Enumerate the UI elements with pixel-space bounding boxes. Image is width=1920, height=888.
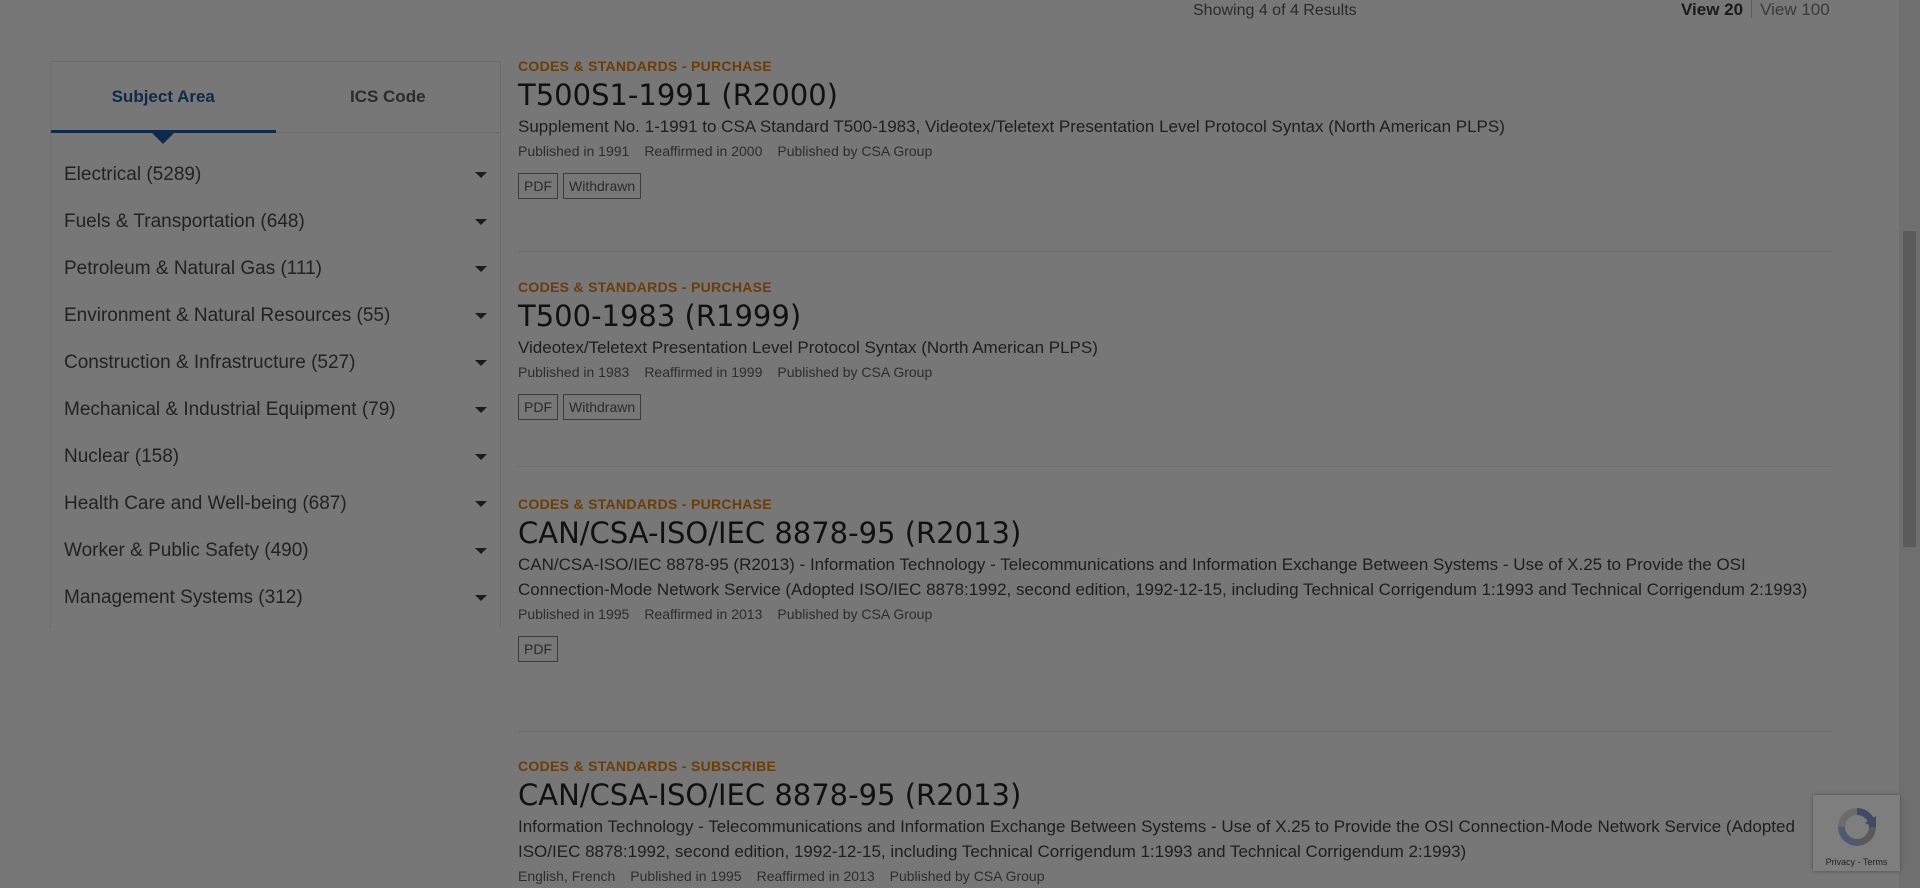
tab-label: Subject Area: [111, 87, 215, 106]
result-title-link[interactable]: CAN/CSA-ISO/IEC 8878-95 (R2013): [518, 515, 1832, 551]
caret-down-icon[interactable]: [475, 594, 487, 601]
facet-mechanical-industrial-equipment[interactable]: Mechanical & Industrial Equipment (79): [51, 386, 500, 433]
result-meta: English, French Published in 1995 Reaffirm…: [518, 868, 1832, 884]
facet-label: Worker & Public Safety (490): [64, 539, 309, 561]
result-title-link[interactable]: T500S1-1991 (R2000): [518, 77, 1832, 113]
result-meta: Published in 1983 Reaffirmed in 1999 Publi…: [518, 364, 1832, 380]
result-title-link[interactable]: CAN/CSA-ISO/IEC 8878-95 (R2013): [518, 777, 1832, 813]
facet-environment-natural-resources[interactable]: Environment & Natural Resources (55): [51, 292, 500, 339]
result-meta: Published in 1991 Reaffirmed in 2000 Publi…: [518, 143, 1832, 159]
filter-sidebar: Subject Area ICS Code Electrical (5289) …: [50, 61, 501, 628]
facet-label: Environment & Natural Resources (55): [64, 304, 391, 326]
facet-petroleum-natural-gas[interactable]: Petroleum & Natural Gas (111): [51, 245, 500, 292]
languages: English, French: [518, 868, 616, 884]
publisher: Published by CSA Group: [777, 143, 933, 159]
tab-ics-code[interactable]: ICS Code: [276, 62, 501, 132]
publisher: Published by CSA Group: [777, 606, 933, 622]
recaptcha-privacy-terms[interactable]: Privacy - Terms: [1813, 857, 1900, 867]
results-count: Showing 4 of 4 Results: [1193, 2, 1357, 19]
result-item: CODES & STANDARDS - PURCHASE CAN/CSA-ISO…: [518, 467, 1832, 732]
caret-down-icon[interactable]: [475, 265, 487, 272]
facet-label: Mechanical & Industrial Equipment (79): [64, 398, 396, 420]
facet-label: Nuclear (158): [64, 445, 180, 467]
published-year: Published in 1983: [518, 364, 630, 380]
facet-label: Electrical (5289): [64, 163, 202, 185]
status-badge: Withdrawn: [563, 173, 642, 199]
facet-worker-public-safety[interactable]: Worker & Public Safety (490): [51, 527, 500, 574]
filter-tabs: Subject Area ICS Code: [51, 62, 501, 144]
results-toolbar: Showing 4 of 4 Results View 20 View 100: [0, 0, 1899, 24]
facet-fuels-transportation[interactable]: Fuels & Transportation (648): [51, 198, 500, 245]
facet-nuclear[interactable]: Nuclear (158): [51, 433, 500, 480]
published-year: Published in 1991: [518, 143, 630, 159]
result-item: CODES & STANDARDS - PURCHASE T500S1-1991…: [518, 58, 1832, 252]
page-size-options: View 20 View 100: [1681, 0, 1830, 20]
published-year: Published in 1995: [518, 606, 630, 622]
subject-area-list: Electrical (5289) Fuels & Transportation…: [51, 133, 500, 621]
format-badge: PDF: [518, 636, 558, 662]
result-category: CODES & STANDARDS - SUBSCRIBE: [518, 758, 777, 774]
format-badge: PDF: [518, 173, 558, 199]
facet-label: Construction & Infrastructure (527): [64, 351, 356, 373]
caret-down-icon[interactable]: [475, 406, 487, 413]
result-item: CODES & STANDARDS - PURCHASE T500-1983 (…: [518, 252, 1832, 467]
status-badge: Withdrawn: [563, 394, 642, 420]
format-badge: PDF: [518, 394, 558, 420]
page: Showing 4 of 4 Results View 20 View 100 S…: [0, 0, 1899, 888]
published-year: Published in 1995: [630, 868, 742, 884]
reaffirmed-year: Reaffirmed in 1999: [644, 364, 763, 380]
facet-health-care-well-being[interactable]: Health Care and Well-being (687): [51, 480, 500, 527]
view-100-link[interactable]: View 100: [1760, 0, 1830, 19]
result-description: Supplement No. 1-1991 to CSA Standard T5…: [518, 117, 1505, 136]
caret-down-icon[interactable]: [475, 171, 487, 178]
publisher: Published by CSA Group: [777, 364, 933, 380]
caret-down-icon[interactable]: [475, 547, 487, 554]
result-category: CODES & STANDARDS - PURCHASE: [518, 496, 772, 512]
facet-electrical[interactable]: Electrical (5289): [51, 151, 500, 198]
caret-down-icon[interactable]: [475, 359, 487, 366]
facet-management-systems[interactable]: Management Systems (312): [51, 574, 500, 621]
view-20-link[interactable]: View 20: [1681, 0, 1743, 19]
result-meta: Published in 1995 Reaffirmed in 2013 Publi…: [518, 606, 1832, 622]
caret-down-icon[interactable]: [475, 500, 487, 507]
reaffirmed-year: Reaffirmed in 2013: [756, 868, 875, 884]
result-category: CODES & STANDARDS - PURCHASE: [518, 279, 772, 295]
tab-label: ICS Code: [349, 87, 426, 106]
result-description: CAN/CSA-ISO/IEC 8878-95 (R2013) - Inform…: [518, 555, 1808, 599]
caret-down-icon[interactable]: [475, 453, 487, 460]
reaffirmed-year: Reaffirmed in 2000: [644, 143, 763, 159]
facet-label: Fuels & Transportation (648): [64, 210, 305, 232]
recaptcha-icon: [1838, 808, 1876, 846]
reaffirmed-year: Reaffirmed in 2013: [644, 606, 763, 622]
caret-down-icon[interactable]: [475, 218, 487, 225]
result-tags: PDF Withdrawn: [518, 394, 1832, 420]
publisher: Published by CSA Group: [889, 868, 1045, 884]
result-tags: PDF Withdrawn: [518, 173, 1832, 199]
result-category: CODES & STANDARDS - PURCHASE: [518, 58, 772, 74]
vertical-scrollbar[interactable]: [1899, 0, 1920, 888]
facet-label: Petroleum & Natural Gas (111): [64, 257, 323, 279]
caret-down-icon[interactable]: [475, 312, 487, 319]
divider: [1751, 0, 1753, 18]
result-description: Information Technology - Telecommunicati…: [518, 817, 1795, 861]
result-item: CODES & STANDARDS - SUBSCRIBE CAN/CSA-IS…: [518, 732, 1832, 884]
result-tags: PDF: [518, 636, 1832, 662]
tab-subject-area[interactable]: Subject Area: [51, 62, 276, 144]
facet-label: Health Care and Well-being (687): [64, 492, 347, 514]
result-description: Videotex/Teletext Presentation Level Pro…: [518, 338, 1098, 357]
results-list: CODES & STANDARDS - PURCHASE T500S1-1991…: [518, 58, 1832, 884]
active-tab-pointer-icon: [152, 133, 175, 144]
facet-label: Management Systems (312): [64, 586, 303, 608]
recaptcha-badge[interactable]: Privacy - Terms: [1813, 795, 1900, 871]
facet-construction-infrastructure[interactable]: Construction & Infrastructure (527): [51, 339, 500, 386]
result-title-link[interactable]: T500-1983 (R1999): [518, 298, 1832, 334]
scrollbar-thumb[interactable]: [1903, 231, 1916, 547]
